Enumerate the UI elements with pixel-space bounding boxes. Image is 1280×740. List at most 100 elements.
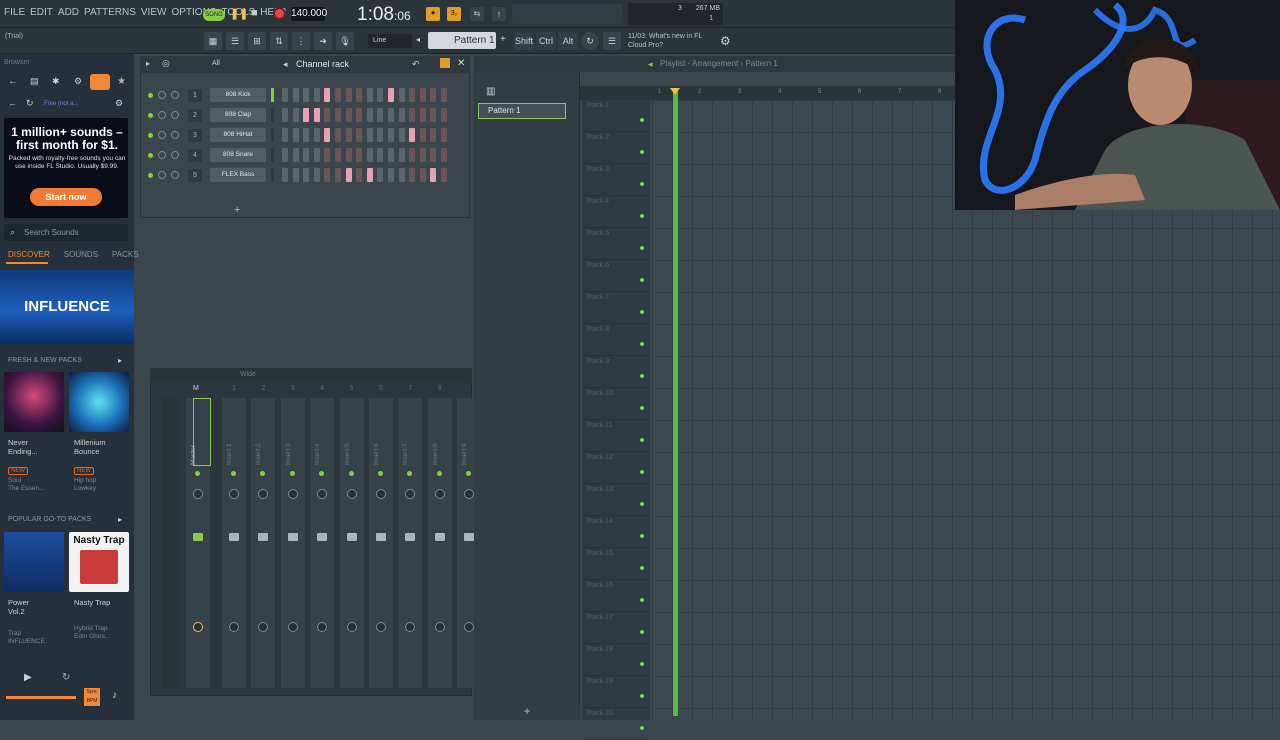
step-button[interactable]: [377, 108, 384, 122]
pack-art-power[interactable]: [4, 532, 64, 592]
volume-knob[interactable]: [171, 171, 179, 179]
volume-fader[interactable]: [405, 533, 416, 541]
record-button[interactable]: [273, 7, 286, 20]
step-button[interactable]: [419, 108, 426, 122]
pack-power[interactable]: Power Vol.2 Trap INFLUENCE: [8, 598, 45, 646]
step-button[interactable]: [345, 128, 352, 142]
step-button[interactable]: [303, 168, 310, 182]
step-button[interactable]: [292, 148, 299, 162]
step-button[interactable]: [345, 88, 352, 102]
track-header[interactable]: Track 4: [584, 196, 648, 228]
channel-mixer-track[interactable]: 5: [188, 169, 202, 182]
channel-led[interactable]: [148, 133, 153, 138]
track-mute-led[interactable]: [640, 150, 644, 154]
step-button[interactable]: [409, 88, 416, 102]
arrow-left-icon[interactable]: ◂: [648, 59, 653, 70]
menu-file[interactable]: FILE: [4, 7, 25, 18]
news-panel[interactable]: 11/03: What's new in FL Cloud Pro?: [628, 32, 702, 50]
volume-fader[interactable]: [193, 533, 203, 541]
step-button[interactable]: [366, 108, 373, 122]
plugin-icon[interactable]: ✱: [52, 76, 60, 87]
sync-bpm-toggle[interactable]: Sync BPM: [84, 688, 100, 706]
track-mute-led[interactable]: [640, 566, 644, 570]
menu-patterns[interactable]: PATTERNS: [84, 7, 136, 18]
pan-knob[interactable]: [158, 91, 166, 99]
track-mute-led[interactable]: [640, 598, 644, 602]
step-button[interactable]: [398, 128, 405, 142]
undo-icon[interactable]: ↶: [412, 59, 420, 70]
add-track-button[interactable]: +: [474, 704, 580, 720]
route-knob[interactable]: [434, 622, 445, 632]
track-mute-led[interactable]: [640, 630, 644, 634]
step-edit-icon[interactable]: ↑: [492, 7, 506, 21]
play-pause-icon[interactable]: ❚❚: [230, 7, 248, 20]
channel-row[interactable]: 5 FLEX Bass: [146, 168, 462, 184]
refresh-icon[interactable]: ↻: [26, 98, 34, 109]
tab-packs[interactable]: PACKS: [112, 250, 139, 259]
step-button[interactable]: [388, 168, 394, 182]
pack-never-ending[interactable]: Never Ending... NEW Soul The Essen...: [8, 438, 45, 493]
track-header[interactable]: Track 3: [584, 164, 648, 196]
step-button[interactable]: [324, 88, 331, 102]
track-mute-led[interactable]: [640, 310, 644, 314]
playlist-icon[interactable]: ▦: [204, 32, 222, 50]
step-button[interactable]: [409, 148, 416, 162]
step-button[interactable]: [335, 168, 341, 182]
step-button[interactable]: [282, 108, 288, 122]
volume-fader[interactable]: [376, 533, 386, 541]
chevron-right-icon[interactable]: ▸: [118, 515, 122, 524]
step-button[interactable]: [324, 128, 331, 142]
channel-name[interactable]: 808 Clap: [210, 108, 266, 122]
pack-art-millenium-bounce[interactable]: [69, 372, 129, 432]
track-header[interactable]: Track 18: [584, 644, 648, 676]
track-header[interactable]: Track 10: [584, 388, 648, 420]
channel-row[interactable]: 2 808 Clap: [146, 108, 462, 124]
channel-name[interactable]: 808 Snare: [210, 148, 266, 162]
channel-mixer-track[interactable]: 4: [188, 149, 202, 162]
channel-select[interactable]: [271, 128, 274, 142]
sync-icon[interactable]: ↻: [581, 32, 599, 50]
step-button[interactable]: [409, 108, 416, 122]
track-mute-led[interactable]: [640, 278, 644, 282]
track-header[interactable]: Track 15: [584, 548, 648, 580]
step-button[interactable]: [313, 148, 320, 162]
loop-record-icon[interactable]: ⇆: [470, 7, 484, 21]
step-button[interactable]: [356, 108, 363, 122]
channel-select[interactable]: [271, 88, 274, 102]
arrow-left-icon[interactable]: ←: [8, 76, 18, 87]
step-button[interactable]: [313, 88, 320, 102]
step-button[interactable]: [409, 128, 416, 142]
pan-knob[interactable]: [158, 151, 166, 159]
menu-edit[interactable]: EDIT: [30, 7, 53, 18]
track-header[interactable]: Track 9: [584, 356, 648, 388]
track-mute-led[interactable]: [640, 502, 644, 506]
channel-led[interactable]: [148, 153, 153, 158]
track-mute-led[interactable]: [640, 118, 644, 122]
channel-select[interactable]: [271, 168, 274, 182]
menu-add[interactable]: ADD: [58, 7, 79, 18]
insert-strip[interactable]: [310, 398, 335, 688]
step-button[interactable]: [356, 128, 363, 142]
step-button[interactable]: [398, 88, 405, 102]
playhead[interactable]: [673, 92, 678, 716]
step-button[interactable]: [313, 168, 320, 182]
song-mode-toggle[interactable]: SONG: [203, 9, 225, 21]
step-button[interactable]: [292, 88, 299, 102]
swing-icon[interactable]: ◎: [162, 58, 170, 69]
step-button[interactable]: [409, 168, 416, 182]
gear-icon[interactable]: ⚙: [74, 76, 82, 87]
step-button[interactable]: [292, 108, 299, 122]
step-button[interactable]: [356, 88, 363, 102]
track-header[interactable]: Track 19: [584, 676, 648, 708]
insert-strip[interactable]: [369, 398, 393, 688]
channel-rack-icon[interactable]: ⊞: [248, 32, 266, 50]
step-button[interactable]: [441, 128, 447, 142]
ctrl-key[interactable]: Ctrl: [536, 32, 556, 50]
microphone-icon[interactable]: 🎙: [336, 32, 354, 50]
track-header[interactable]: Track 6: [584, 260, 648, 292]
step-button[interactable]: [366, 88, 373, 102]
step-button[interactable]: [345, 148, 352, 162]
insert-strip[interactable]: [251, 398, 276, 688]
channel-led[interactable]: [148, 93, 153, 98]
step-button[interactable]: [419, 168, 426, 182]
